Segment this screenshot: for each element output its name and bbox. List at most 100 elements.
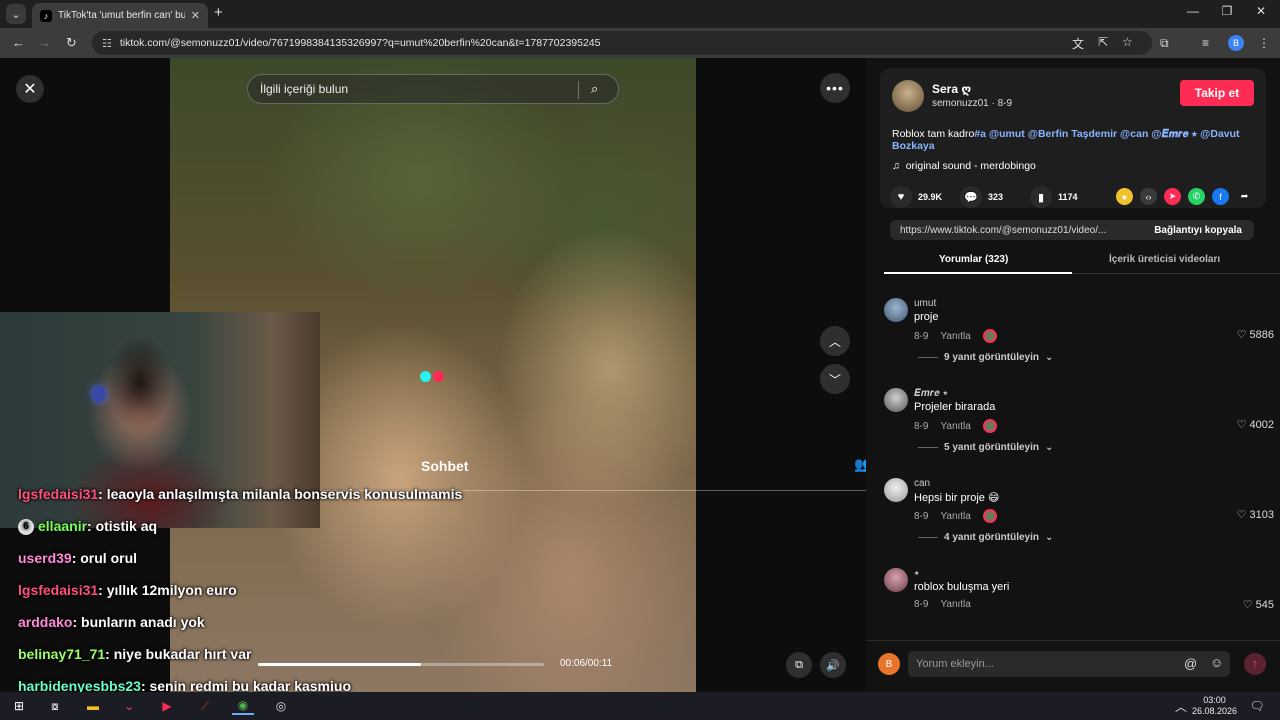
view-replies-button[interactable]: 9 yanıt görüntüleyin ⌄ (918, 352, 1053, 363)
search-icon[interactable]: ⌕ (591, 81, 598, 97)
taskbar-clock[interactable]: 03:00 26.08.2026 (1192, 695, 1237, 717)
window-close-icon[interactable]: ✕ (1244, 4, 1278, 18)
obs-icon[interactable]: ◎ (270, 697, 292, 715)
whatsapp-icon[interactable]: ✆ (1188, 188, 1205, 205)
back-arrow-icon[interactable]: ← (12, 35, 25, 50)
reply-button[interactable]: Yanıtla (940, 511, 970, 522)
address-bar[interactable]: ☷ tiktok.com/@semonuzz01/video/767199838… (92, 31, 1152, 55)
copy-link-button[interactable]: Bağlantıyı kopyala (1154, 225, 1242, 236)
app-icon[interactable]: ⌄ (118, 697, 140, 715)
extensions-icon[interactable]: ⧉ (1160, 36, 1169, 51)
tray-chevron-up-icon[interactable]: ︿ (1170, 697, 1192, 715)
media-controls-icon[interactable]: ≡ (1202, 36, 1209, 50)
next-video-chevron-down-icon[interactable]: ﹀ (820, 364, 850, 394)
tab-title: TikTok'ta 'umut berfin can' bul... (58, 10, 185, 21)
author-name[interactable]: Sera ღ (932, 82, 971, 96)
author-avatar[interactable] (892, 80, 924, 112)
restore-icon[interactable]: ❐ (1210, 4, 1244, 18)
forward-arrow-icon[interactable]: → (38, 35, 51, 50)
video-progress-bar[interactable] (258, 663, 544, 666)
commenter-name[interactable]: can (914, 478, 930, 489)
commenter-avatar[interactable] (884, 568, 908, 592)
related-search-box[interactable]: ⌕ (247, 74, 619, 104)
floating-player-icon[interactable]: ⧉ (786, 652, 812, 678)
facebook-icon[interactable]: f (1212, 188, 1229, 205)
previous-video-chevron-up-icon[interactable]: ︿ (820, 326, 850, 356)
reply-button[interactable]: Yanıtla (940, 421, 970, 432)
creator-liked-avatar (982, 419, 997, 433)
emoji-icon[interactable]: ☺ (1210, 655, 1223, 670)
bookmark-star-icon[interactable]: ☆ (1122, 35, 1133, 49)
chat-message: lgsfedaisi31: leaoyla anlaşılmışta milan… (18, 486, 462, 502)
commenter-avatar[interactable] (884, 388, 908, 412)
post-comment-arrow-icon[interactable]: ↑ (1244, 653, 1266, 675)
comment-like-button[interactable]: ♡ 3103 (1237, 508, 1274, 521)
loader-dot-cyan (420, 371, 431, 382)
follow-button[interactable]: Takip et (1180, 80, 1254, 106)
chat-text: : yıllık 12milyon euro (98, 582, 237, 598)
task-view-icon[interactable]: ⧇ (44, 697, 66, 715)
file-explorer-icon[interactable]: ▬ (82, 697, 104, 715)
save-action[interactable]: ▮ 1174 (1030, 186, 1078, 208)
embed-code-icon[interactable]: ‹› (1140, 188, 1157, 205)
translate-icon[interactable]: 文 (1072, 35, 1084, 52)
commenter-name[interactable]: ⭑ (914, 568, 919, 579)
share-arrow-icon[interactable]: ➦ (1236, 188, 1253, 205)
view-replies-button[interactable]: 4 yanıt görüntüleyin ⌄ (918, 532, 1053, 543)
comment-like-button[interactable]: ♡ 5886 (1237, 328, 1274, 341)
browser-tab-active[interactable]: ♪ TikTok'ta 'umut berfin can' bul... ✕ (32, 3, 208, 28)
comment-input[interactable] (908, 651, 1230, 677)
chat-message: userd39: orul orul (18, 550, 137, 566)
commenter-avatar[interactable] (884, 478, 908, 502)
more-options-icon[interactable]: ••• (820, 73, 850, 103)
chat-username: lgsfedaisi31 (18, 486, 99, 502)
tab-close-icon[interactable]: ✕ (191, 9, 200, 22)
coin-share-icon[interactable]: ● (1116, 188, 1133, 205)
related-search-input[interactable] (260, 82, 570, 96)
view-replies-button[interactable]: 5 yanıt görüntüleyin ⌄ (918, 442, 1053, 453)
mention-at-icon[interactable]: @ (1184, 656, 1197, 671)
minimize-icon[interactable]: — (1176, 4, 1210, 18)
close-video-icon[interactable]: ✕ (16, 75, 44, 103)
tab-search-chevron-icon[interactable]: ⌄ (6, 4, 26, 24)
chat-message: arddako: bunların anadı yok (18, 614, 205, 630)
address-url: tiktok.com/@semonuzz01/video/76719983841… (119, 37, 601, 49)
commenter-avatar[interactable] (884, 298, 908, 322)
youtube-icon[interactable]: ▶ (156, 697, 178, 715)
send-message-icon[interactable]: ➤ (1164, 188, 1181, 205)
sound-link[interactable]: ♫ original sound - merdobingo (892, 160, 1036, 172)
comment-action[interactable]: 💬 323 (960, 186, 1003, 208)
windows-start-icon[interactable]: ⊞ (8, 697, 30, 715)
chat-text: : niye bukadar hırt var (105, 646, 252, 662)
browser-menu-icon[interactable]: ⋮ (1258, 36, 1270, 50)
reload-icon[interactable]: ↻ (66, 35, 77, 51)
like-action[interactable]: ♥ 29.9K (890, 186, 942, 208)
reply-button[interactable]: Yanıtla (940, 331, 970, 342)
new-tab-plus-icon[interactable]: + (214, 4, 223, 21)
replies-dash (918, 537, 938, 538)
comment-text: Projeler birarada (914, 401, 996, 413)
volume-icon[interactable]: 🔊 (820, 652, 846, 678)
chat-text: : otistik aq (87, 518, 158, 534)
video-link[interactable]: https://www.tiktok.com/@semonuzz01/video… (900, 225, 1136, 236)
chat-username: ellaanir (38, 518, 88, 534)
reply-button[interactable]: Yanıtla (940, 599, 970, 610)
app-red-icon[interactable]: ⟋ (194, 697, 216, 715)
comment-like-button[interactable]: ♡ 4002 (1237, 418, 1274, 431)
commenter-name[interactable]: 𝑬𝒎𝒓𝒆 ⭑ (914, 388, 948, 399)
action-bar: ♥ 29.9K 💬 323 ▮ 1174 ● ‹› ➤ ✆ f ➦ (890, 186, 1270, 208)
chevron-down-icon: ⌄ (1045, 442, 1054, 453)
profile-avatar[interactable]: B (1228, 35, 1244, 51)
install-app-icon[interactable]: ⇱ (1098, 35, 1108, 49)
comment-like-button[interactable]: ♡ 545 (1243, 598, 1274, 611)
chat-username: belinay71_71 (18, 646, 106, 662)
music-note-icon: ♫ (892, 160, 900, 172)
tab-comments[interactable]: Yorumlar (323) (939, 254, 1008, 265)
commenter-name[interactable]: umut (914, 298, 936, 309)
notifications-icon[interactable]: 🗨 (1246, 697, 1268, 715)
chrome-icon[interactable]: ◉ (232, 697, 254, 715)
site-info-icon[interactable]: ☷ (102, 37, 112, 50)
comment-like-count: 3103 (1249, 509, 1274, 521)
chat-message: 6 ellaanir: otistik aq (18, 518, 158, 536)
tab-creator-videos[interactable]: İçerik üreticisi videoları (1109, 254, 1220, 265)
